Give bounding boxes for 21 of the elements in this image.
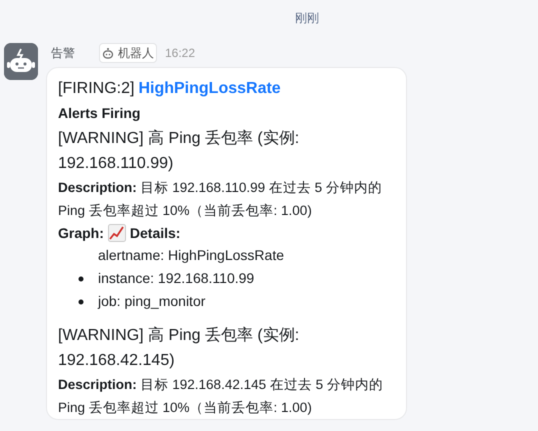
robot-avatar-icon[interactable] [4,43,38,80]
title-text: [FIRING:2] [58,80,134,97]
detail-item: alertname: HighPingLossRate [98,246,284,265]
alert-description: Description: 目标 192.168.110.99 在过去 5 分钟内的 Ping 丢包率超过 10%（当前丢包率: 1.00) [58,179,383,220]
alert-summary: [WARNING] 高 Ping 丢包率 (实例: 192.168.42.145) [58,326,300,371]
detail-item: instance: 192.168.110.99 [98,269,254,288]
detail-item: job: ping_monitor [98,292,206,311]
message-time: 16:22 [165,45,196,62]
robot-tag: 机器人 [99,43,157,63]
section-heading: Alerts Firing [58,104,142,123]
bullet-icon [78,276,84,282]
alert-summary: [WARNING] 高 Ping 丢包率 (实例: 192.168.110.99) [58,128,300,174]
alert-description: Description: 目标 192.168.42.145 在过去 5 分钟内的 Ping 丢包率超过 10%（当前丢包率: 1.00) [58,376,384,417]
chart-icon [108,224,126,242]
sender-name[interactable]: 告警 [51,44,75,62]
details-label: Details: [130,224,180,243]
robot-icon [102,47,114,59]
bullet-icon [78,298,84,304]
time-divider: 刚刚 [295,10,320,27]
title-link[interactable]: HighPingLossRate [138,80,281,97]
graph-label: Graph: [58,224,104,243]
